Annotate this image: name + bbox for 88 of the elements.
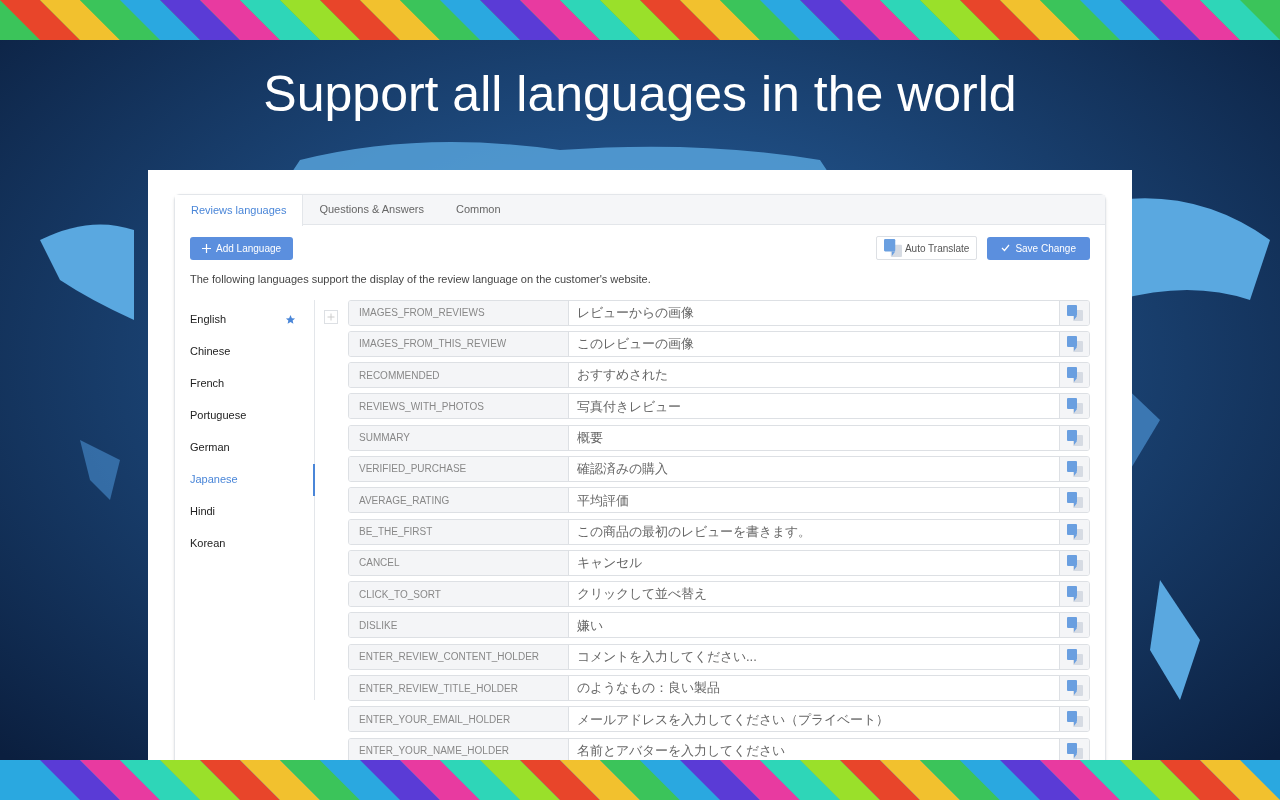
key-label: AVERAGE_RATING xyxy=(349,488,569,513)
language-name: Japanese xyxy=(190,472,239,488)
language-item[interactable]: German xyxy=(190,431,314,464)
language-item[interactable]: Hindi xyxy=(190,495,314,528)
translation-field[interactable]: このレビューの画像 xyxy=(569,331,1059,356)
key-label: RECOMMENDED xyxy=(349,363,569,388)
check-icon xyxy=(1001,244,1011,252)
key-label: ENTER_YOUR_EMAIL_HOLDER xyxy=(349,707,569,732)
description-text: The following languages support the display of the review language on the customer's website. xyxy=(189,272,652,287)
key-label: IMAGES_FROM_REVIEWS xyxy=(349,300,569,325)
key-label: CANCEL xyxy=(349,550,569,575)
translate-icon xyxy=(1066,367,1083,384)
language-name: Hindi xyxy=(190,504,217,520)
translate-button[interactable] xyxy=(1059,363,1089,388)
translate-icon xyxy=(883,239,902,257)
translation-field[interactable]: レビューからの画像 xyxy=(569,300,1059,325)
language-name: French xyxy=(190,376,226,392)
translate-button[interactable] xyxy=(1059,550,1089,575)
language-item[interactable]: Portuguese xyxy=(190,399,314,432)
translate-button[interactable] xyxy=(1059,613,1089,638)
translation-field[interactable]: 平均評価 xyxy=(569,488,1059,513)
language-item[interactable]: Japanese xyxy=(190,463,315,496)
translate-icon xyxy=(1066,711,1083,728)
key-label: IMAGES_FROM_THIS_REVIEW xyxy=(349,331,569,356)
translate-icon xyxy=(1066,492,1083,509)
translate-icon xyxy=(1066,461,1083,477)
key-label: DISLIKE xyxy=(349,613,569,638)
translation-field[interactable]: 確認済みの購入 xyxy=(569,457,1059,481)
translate-icon xyxy=(1066,523,1083,540)
translate-icon xyxy=(1066,586,1083,603)
tab[interactable]: Reviews languages xyxy=(175,195,304,226)
key-label: VERIFIED_PURCHASE xyxy=(349,457,569,481)
translate-icon xyxy=(1066,304,1083,321)
translate-button[interactable] xyxy=(1059,676,1089,701)
translation-field[interactable]: 嫌い xyxy=(569,613,1059,638)
translate-icon xyxy=(1066,648,1083,665)
add-language-button[interactable]: Add Language xyxy=(190,236,294,260)
translate-button[interactable] xyxy=(1059,394,1089,419)
language-item[interactable]: Korean xyxy=(190,527,314,560)
translation-field[interactable]: クリックして並べ替え xyxy=(569,582,1059,607)
language-name: Korean xyxy=(190,536,227,552)
headline: Support all languages in the world xyxy=(263,65,1017,124)
translate-button[interactable] xyxy=(1059,457,1089,481)
translate-button[interactable] xyxy=(1059,738,1089,760)
translation-field[interactable]: 名前とアバターを入力してください xyxy=(569,738,1059,760)
translation-field[interactable]: キャンセル xyxy=(569,550,1059,575)
translate-button[interactable] xyxy=(1059,300,1089,325)
translation-field[interactable]: この商品の最初のレビューを書きます。 xyxy=(569,519,1059,544)
translate-icon xyxy=(1066,398,1083,415)
translation-field[interactable]: のようなもの：良い製品 xyxy=(569,676,1059,701)
translate-icon xyxy=(1066,554,1083,571)
tab[interactable]: Questions & Answers xyxy=(303,195,440,224)
translation-field[interactable]: コメントを入力してください... xyxy=(569,644,1059,669)
language-name: English xyxy=(190,312,228,328)
translate-button[interactable] xyxy=(1059,488,1089,513)
key-label: ENTER_REVIEW_CONTENT_HOLDER xyxy=(349,644,569,669)
plus-icon xyxy=(202,243,211,253)
translation-field[interactable]: メールアドレスを入力してください（プライベート） xyxy=(569,707,1059,732)
translate-button[interactable] xyxy=(1059,644,1089,669)
save-button[interactable]: Save Change xyxy=(987,236,1090,260)
key-label: SUMMARY xyxy=(349,425,569,450)
translate-button[interactable] xyxy=(1059,331,1089,356)
translate-button[interactable] xyxy=(1059,519,1089,544)
translate-icon xyxy=(1066,680,1083,697)
translate-button[interactable] xyxy=(1059,707,1089,732)
auto-translate-button[interactable]: Auto Translate xyxy=(875,236,978,260)
language-name: German xyxy=(190,440,231,456)
key-label: BE_THE_FIRST xyxy=(349,519,569,544)
language-item[interactable]: English xyxy=(190,303,314,336)
key-label: ENTER_REVIEW_TITLE_HOLDER xyxy=(349,676,569,701)
translation-field[interactable]: 写真付きレビュー xyxy=(569,394,1059,419)
translate-icon xyxy=(1066,742,1083,759)
language-item[interactable]: French xyxy=(190,367,314,400)
translate-button[interactable] xyxy=(1059,582,1089,607)
translate-icon xyxy=(1066,617,1083,634)
language-name: Chinese xyxy=(190,344,232,360)
language-item[interactable]: Chinese xyxy=(190,335,314,368)
translate-icon xyxy=(1066,429,1083,446)
key-label: ENTER_YOUR_NAME_HOLDER xyxy=(349,738,569,760)
expand-icon[interactable] xyxy=(324,309,338,324)
translation-field[interactable]: 概要 xyxy=(569,425,1059,450)
translate-button[interactable] xyxy=(1059,425,1089,450)
translate-icon xyxy=(1066,335,1083,352)
tab[interactable]: Common xyxy=(439,195,517,224)
language-name: Portuguese xyxy=(190,408,248,424)
translation-field[interactable]: おすすめされた xyxy=(569,363,1059,388)
key-label: CLICK_TO_SORT xyxy=(349,582,569,607)
key-label: REVIEWS_WITH_PHOTOS xyxy=(349,394,569,419)
